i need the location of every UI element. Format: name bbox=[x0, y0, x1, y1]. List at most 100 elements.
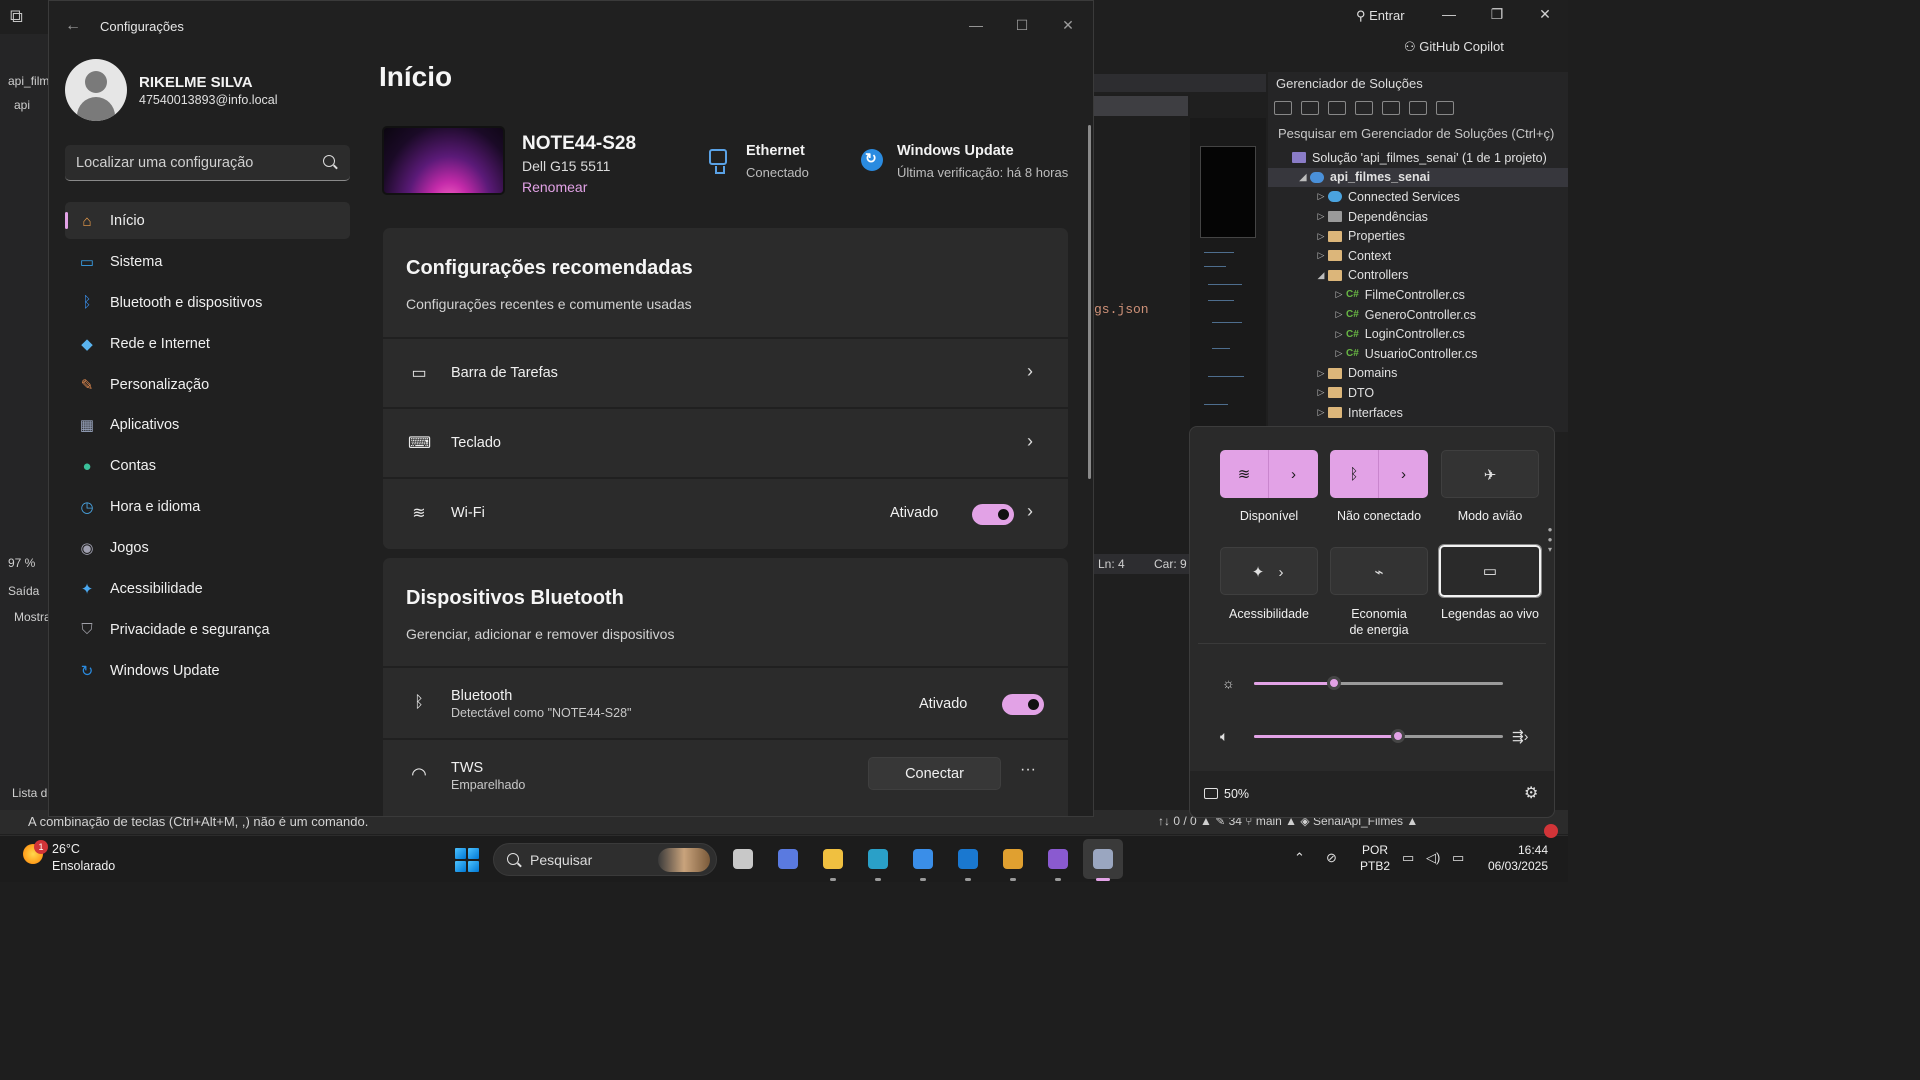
collapse-icon[interactable] bbox=[1328, 101, 1346, 115]
network-disconnected-icon[interactable]: ⊘ bbox=[1326, 850, 1337, 866]
clock[interactable]: 16:44 06/03/2025 bbox=[1482, 842, 1548, 874]
vs-document-tab-secondary[interactable]: api bbox=[14, 98, 30, 112]
solution-tree-item[interactable]: ▷ Connected Services bbox=[1268, 187, 1568, 207]
expand-right-icon[interactable]: ▷ bbox=[1332, 329, 1346, 340]
expand-down-icon[interactable]: ◢ bbox=[1296, 172, 1310, 183]
solution-tree-item[interactable]: ▷ C# LoginController.cs bbox=[1268, 324, 1568, 344]
sidebar-item-time-language[interactable]: ◷ Hora e idioma bbox=[65, 488, 350, 525]
weather-description[interactable]: Ensolarado bbox=[52, 859, 115, 873]
settings-search[interactable] bbox=[65, 145, 350, 181]
vs-document-tab[interactable]: api_film bbox=[8, 74, 49, 88]
solution-tree-item[interactable]: ◢ Controllers bbox=[1268, 266, 1568, 286]
vs-zoom-level[interactable]: 97 % bbox=[8, 556, 35, 570]
sidebar-item-accounts[interactable]: ● Contas bbox=[65, 447, 350, 484]
input-language[interactable]: POR PTB2 bbox=[1360, 842, 1390, 874]
display-icon[interactable]: ▭ bbox=[1402, 850, 1414, 866]
sync-icon[interactable] bbox=[1274, 101, 1292, 115]
visual-studio-icon[interactable] bbox=[1044, 845, 1072, 873]
edge-icon[interactable] bbox=[864, 845, 892, 873]
solution-tree-item[interactable]: ▷ Domains bbox=[1268, 364, 1568, 384]
volume-slider[interactable] bbox=[1254, 729, 1503, 743]
sidebar-item-gaming[interactable]: ◉ Jogos bbox=[65, 529, 350, 566]
task-view-icon[interactable] bbox=[729, 845, 757, 873]
expand-right-icon[interactable]: ▷ bbox=[1314, 250, 1328, 261]
settings-minimize-button[interactable]: — bbox=[953, 9, 999, 41]
solution-tree-item[interactable]: ◢ api_filmes_senai bbox=[1268, 167, 1568, 188]
wrench-icon[interactable] bbox=[1409, 101, 1427, 115]
settings-row-wifi[interactable]: ≋ Wi-Fi Ativado › bbox=[383, 477, 1068, 549]
vs-maximize-button[interactable]: ❐ bbox=[1482, 6, 1512, 28]
audio-output-icon[interactable]: ⇶› bbox=[1512, 728, 1528, 745]
page-indicator[interactable]: ● ● ▾ bbox=[1547, 525, 1553, 555]
brightness-slider[interactable] bbox=[1254, 676, 1503, 690]
taskbar-search[interactable]: Pesquisar bbox=[493, 843, 717, 876]
solution-search-input[interactable]: Pesquisar em Gerenciador de Soluções (Ct… bbox=[1274, 124, 1562, 144]
wifi-toggle[interactable] bbox=[972, 504, 1014, 525]
sidebar-item-network[interactable]: ◆ Rede e Internet bbox=[65, 325, 350, 362]
solution-tree-item[interactable]: ▷ Context bbox=[1268, 246, 1568, 266]
github-copilot-button[interactable]: ⚇ GitHub Copilot bbox=[1404, 39, 1504, 55]
filter-icon[interactable] bbox=[1382, 101, 1400, 115]
solution-tree-item[interactable]: ▷ DTO bbox=[1268, 383, 1568, 403]
solution-tree-item[interactable]: ▷ Properties bbox=[1268, 226, 1568, 246]
vs-sign-in-button[interactable]: ⚲ Entrar bbox=[1356, 8, 1405, 24]
m365-copilot-icon[interactable] bbox=[774, 845, 802, 873]
expand-right-icon[interactable]: ▷ bbox=[1332, 348, 1346, 359]
speaker-icon[interactable]: ◁) bbox=[1426, 850, 1440, 866]
sidebar-item-bluetooth[interactable]: ᛒ Bluetooth e dispositivos bbox=[65, 284, 350, 321]
sidebar-item-brush[interactable]: ✎ Personalização bbox=[65, 366, 350, 403]
settings-scrollbar[interactable] bbox=[1088, 125, 1091, 479]
wifi-quick-tile[interactable]: ≋ › bbox=[1220, 450, 1318, 498]
back-arrow-icon[interactable]: ← bbox=[65, 17, 81, 35]
wifi-icon[interactable]: ≋ bbox=[1220, 450, 1268, 498]
expand-right-icon[interactable]: ▷ bbox=[1314, 191, 1328, 202]
outlook-icon[interactable] bbox=[954, 845, 982, 873]
vs-list-tab[interactable]: Lista d bbox=[12, 786, 47, 800]
settings-search-input[interactable] bbox=[76, 153, 316, 173]
sidebar-item-home[interactable]: ⌂ Início bbox=[65, 202, 350, 239]
connect-button[interactable]: Conectar bbox=[868, 757, 1001, 790]
solution-tree-item[interactable]: ▷ C# GeneroController.cs bbox=[1268, 305, 1568, 325]
gear-icon[interactable]: ⚙ bbox=[1524, 783, 1538, 803]
volume-icon[interactable]: 🔈︎ bbox=[1220, 728, 1228, 745]
solution-tree-item[interactable]: ▷ Dependências bbox=[1268, 207, 1568, 227]
chevron-right-icon[interactable]: › bbox=[1379, 450, 1428, 498]
expand-right-icon[interactable]: ▷ bbox=[1332, 289, 1346, 300]
chevron-right-icon[interactable]: › bbox=[1269, 450, 1318, 498]
file-explorer-icon[interactable] bbox=[819, 845, 847, 873]
sidebar-item-apps[interactable]: ▦ Aplicativos bbox=[65, 406, 350, 443]
live-captions-tile[interactable]: ▭ bbox=[1438, 544, 1542, 598]
expand-right-icon[interactable]: ▷ bbox=[1314, 231, 1328, 242]
sidebar-item-shield[interactable]: ⛉ Privacidade e segurança bbox=[65, 611, 350, 648]
solution-tree-item[interactable]: ▷ C# FilmeController.cs bbox=[1268, 285, 1568, 305]
vs-close-button[interactable]: ✕ bbox=[1530, 6, 1560, 28]
expand-right-icon[interactable]: ▷ bbox=[1314, 387, 1328, 398]
volume-thumb[interactable] bbox=[1391, 729, 1406, 743]
settings-row-keyboard[interactable]: ⌨ Teclado › bbox=[383, 407, 1068, 475]
bluetooth-icon[interactable]: ᛒ bbox=[1330, 450, 1378, 498]
settings-close-button[interactable]: ✕ bbox=[1045, 9, 1091, 41]
settings-app-icon[interactable] bbox=[1083, 839, 1123, 879]
rename-device-link[interactable]: Renomear bbox=[522, 179, 587, 195]
copy-icon[interactable] bbox=[1355, 101, 1373, 115]
sidebar-item-system[interactable]: ▭ Sistema bbox=[65, 243, 350, 280]
weather-temperature[interactable]: 26°C bbox=[52, 842, 80, 856]
avatar[interactable] bbox=[65, 59, 127, 121]
preview-icon[interactable] bbox=[1436, 101, 1454, 115]
vs-minimize-button[interactable]: — bbox=[1434, 6, 1464, 28]
microsoft-store-icon[interactable] bbox=[909, 845, 937, 873]
solution-tree-item[interactable]: ▷ Interfaces bbox=[1268, 403, 1568, 423]
notification-badge[interactable] bbox=[1544, 824, 1558, 838]
settings-maximize-button[interactable]: ☐ bbox=[999, 9, 1045, 41]
expand-right-icon[interactable]: ▷ bbox=[1314, 407, 1328, 418]
expand-right-icon[interactable]: ▷ bbox=[1314, 211, 1328, 222]
solution-tree-item[interactable]: Solução 'api_filmes_senai' (1 de 1 proje… bbox=[1268, 148, 1568, 168]
accessibility-quick-tile[interactable]: ✦ › bbox=[1220, 547, 1318, 595]
ethernet-status-title[interactable]: Ethernet bbox=[746, 143, 805, 159]
solution-tree-item[interactable]: ▷ C# UsuarioController.cs bbox=[1268, 344, 1568, 364]
brightness-thumb[interactable] bbox=[1326, 676, 1341, 690]
chevron-up-icon[interactable]: ⌃ bbox=[1294, 850, 1305, 866]
battery-icon[interactable]: ▭ bbox=[1452, 850, 1464, 866]
start-button[interactable] bbox=[455, 848, 479, 872]
sidebar-item-windows-update[interactable]: ↻ Windows Update bbox=[65, 652, 350, 689]
